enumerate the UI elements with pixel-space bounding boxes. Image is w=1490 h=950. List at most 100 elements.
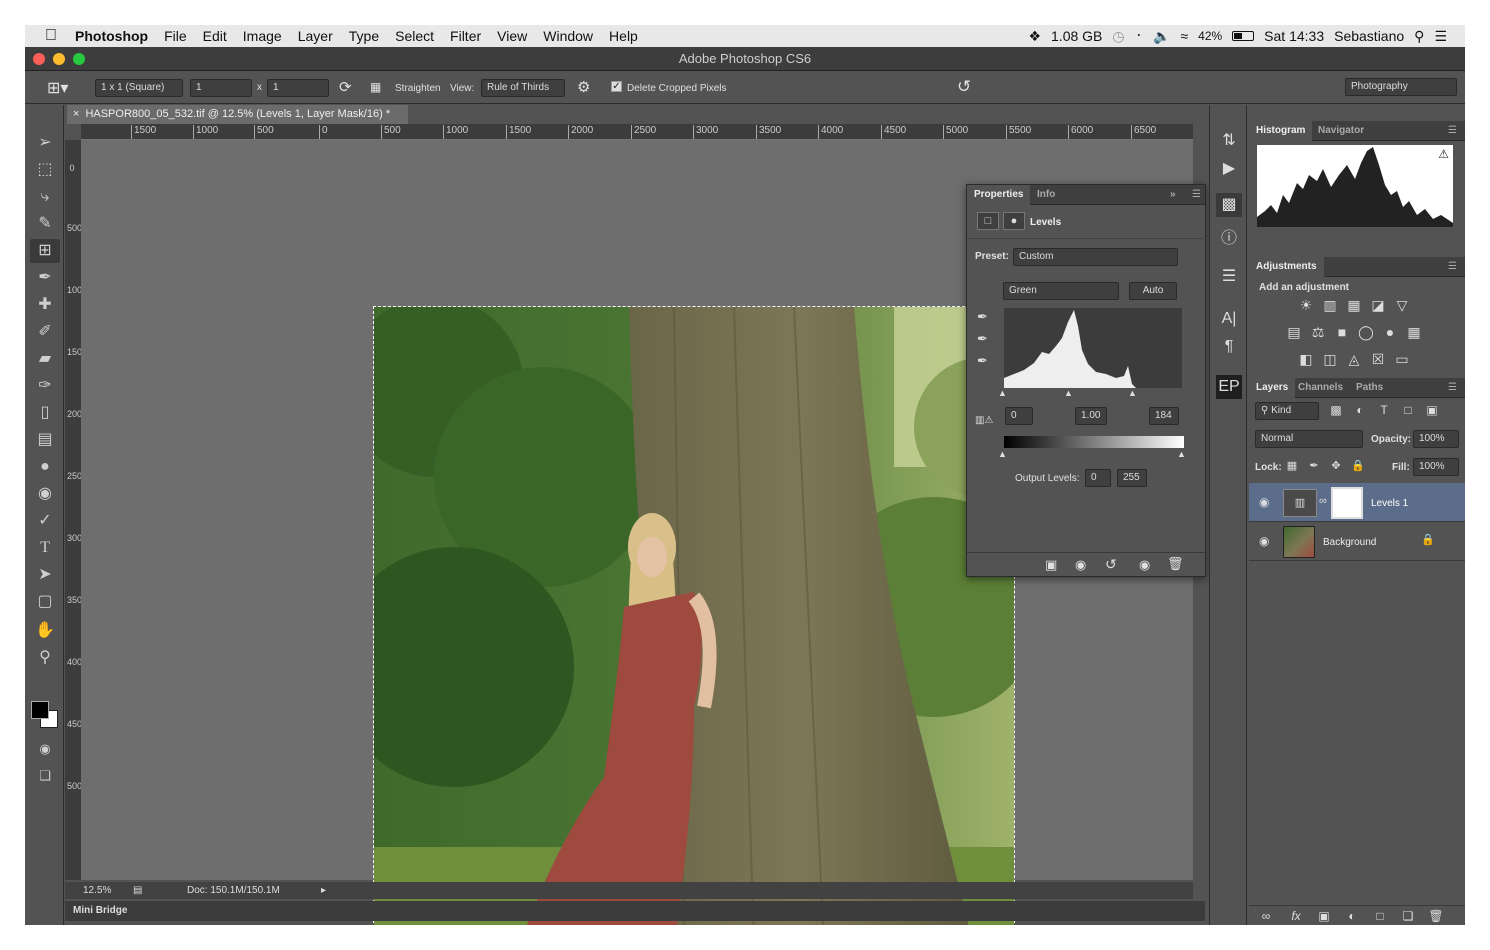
- view-previous-state-icon[interactable]: ◉: [1075, 557, 1086, 573]
- layer-visibility-eye-icon[interactable]: ◉: [1259, 495, 1269, 509]
- ruler-left[interactable]: 0 500 1000 1500 2000 2500 3000 3500 4000…: [65, 140, 81, 880]
- clipping-warning-icon[interactable]: ▥⚠: [975, 415, 993, 426]
- gray-point-eyedropper-icon[interactable]: ✒: [977, 331, 988, 347]
- panel-collapse-icon[interactable]: »: [1163, 185, 1183, 205]
- mini-bridge-panel[interactable]: Mini Bridge: [65, 901, 1205, 921]
- apple-menu-icon[interactable]: : [25, 27, 67, 45]
- document-tab[interactable]: × HASPOR800_05_532.tif @ 12.5% (Levels 1,…: [67, 105, 408, 124]
- lasso-tool-icon[interactable]: ⤷: [30, 185, 60, 209]
- crop-settings-gear-icon[interactable]: ⚙: [577, 78, 590, 96]
- filter-adjustment-icon[interactable]: ◐: [1349, 400, 1371, 420]
- tab-properties[interactable]: Properties: [967, 185, 1031, 205]
- wifi-icon[interactable]: ≈: [1180, 28, 1188, 44]
- filter-pixel-icon[interactable]: ▩: [1325, 400, 1347, 420]
- tab-paths[interactable]: Paths: [1349, 378, 1390, 398]
- properties-panel-icon[interactable]: ▩: [1216, 193, 1242, 217]
- workspace-select[interactable]: Photography: [1345, 78, 1457, 96]
- output-black-slider[interactable]: ▲: [998, 449, 1007, 459]
- input-black-field[interactable]: 0: [1005, 407, 1033, 425]
- filter-type-icon[interactable]: T: [1373, 400, 1395, 420]
- dropbox-icon[interactable]: ❖: [1028, 28, 1041, 45]
- preset-select[interactable]: Custom: [1013, 248, 1178, 266]
- filter-shape-icon[interactable]: □: [1397, 400, 1419, 420]
- layers-panel-menu-icon[interactable]: ☰: [1441, 378, 1464, 398]
- tab-histogram[interactable]: Histogram: [1249, 121, 1313, 141]
- status-info-icon[interactable]: ▤: [133, 882, 142, 899]
- zoom-level[interactable]: 12.5%: [83, 882, 111, 899]
- user-name[interactable]: Sebastiano: [1334, 28, 1404, 44]
- layer-mask-link-icon[interactable]: ∞: [1319, 495, 1327, 507]
- gradient-map-icon[interactable]: ▽: [1391, 295, 1413, 315]
- link-layers-icon[interactable]: ∞: [1255, 906, 1277, 925]
- color-balance-icon[interactable]: ⚖: [1307, 322, 1329, 342]
- lock-position-icon[interactable]: ✥: [1325, 456, 1347, 476]
- memory-readout[interactable]: 1.08 GB: [1051, 28, 1102, 44]
- selective-color-icon[interactable]: ☒: [1367, 349, 1389, 369]
- battery-readout[interactable]: 42%: [1198, 29, 1222, 43]
- hue-saturation-icon[interactable]: ▤: [1283, 322, 1305, 342]
- blend-mode-select[interactable]: Normal: [1255, 430, 1363, 448]
- adjustment-layer-thumbnail[interactable]: ▥: [1283, 489, 1317, 517]
- dodge-tool-icon[interactable]: ◉: [30, 482, 60, 506]
- layer-row-background[interactable]: ◉ Background 🔒: [1249, 522, 1465, 561]
- layer-name[interactable]: Levels 1: [1371, 498, 1408, 509]
- input-gamma-slider[interactable]: ▲: [1064, 388, 1073, 398]
- screen-mode-icon[interactable]: ❏: [30, 764, 60, 788]
- histogram-warning-icon[interactable]: ⚠: [1438, 147, 1449, 161]
- delete-cropped-label[interactable]: Delete Cropped Pixels: [627, 83, 727, 94]
- adjustments-panel-menu-icon[interactable]: ☰: [1441, 257, 1464, 277]
- black-white-icon[interactable]: ■: [1331, 322, 1353, 342]
- layer-mask-icon[interactable]: ●: [1003, 212, 1025, 230]
- input-white-slider[interactable]: ▲: [1128, 388, 1137, 398]
- menu-window[interactable]: Window: [535, 28, 601, 44]
- layer-row-levels[interactable]: ◉ ▥ ∞ Levels 1: [1249, 483, 1465, 522]
- new-adjustment-layer-icon[interactable]: ◐: [1341, 906, 1363, 925]
- tab-adjustments[interactable]: Adjustments: [1249, 257, 1324, 277]
- auto-button[interactable]: Auto: [1129, 282, 1177, 300]
- new-group-icon[interactable]: □: [1369, 906, 1391, 925]
- invert-icon[interactable]: ◧: [1295, 349, 1317, 369]
- clock[interactable]: Sat 14:33: [1264, 28, 1324, 44]
- menu-file[interactable]: File: [156, 28, 195, 44]
- layer-style-fx-icon[interactable]: fx: [1285, 906, 1307, 925]
- view-overlay-select[interactable]: Rule of Thirds: [481, 79, 565, 97]
- delete-cropped-checkbox[interactable]: ✓: [611, 81, 622, 92]
- spotlight-icon[interactable]: ⚲: [1414, 28, 1424, 45]
- lock-all-icon[interactable]: 🔒: [1347, 456, 1369, 476]
- eraser-tool-icon[interactable]: ▯: [30, 401, 60, 425]
- pen-tool-icon[interactable]: ✓: [30, 509, 60, 533]
- delete-adjustment-icon[interactable]: 🗑: [1167, 556, 1184, 572]
- gradient-map-adjust-icon[interactable]: ▭: [1391, 349, 1413, 369]
- healing-brush-tool-icon[interactable]: ✚: [30, 293, 60, 317]
- channel-select[interactable]: Green: [1003, 282, 1119, 300]
- curves-icon[interactable]: ▦: [1343, 295, 1365, 315]
- crop-tool-preset-icon[interactable]: ⊞▾: [47, 78, 68, 98]
- delete-layer-icon[interactable]: 🗑: [1425, 906, 1447, 925]
- foreground-color-swatch[interactable]: [31, 701, 49, 719]
- straighten-label[interactable]: Straighten: [395, 83, 441, 94]
- black-point-eyedropper-icon[interactable]: ✒: [977, 309, 988, 325]
- layer-visibility-eye-icon[interactable]: ◉: [1259, 534, 1269, 548]
- crop-width-input[interactable]: 1: [190, 79, 252, 97]
- crop-tool-icon[interactable]: ⊞: [30, 239, 60, 263]
- ep-panel-icon[interactable]: EP: [1216, 375, 1242, 399]
- close-document-icon[interactable]: ×: [73, 108, 79, 120]
- output-white-field[interactable]: 255: [1117, 469, 1147, 487]
- tab-channels[interactable]: Channels: [1291, 378, 1350, 398]
- zoom-tool-icon[interactable]: ⚲: [30, 646, 60, 670]
- hand-tool-icon[interactable]: ✋: [30, 619, 60, 643]
- tab-info[interactable]: Info: [1030, 185, 1062, 205]
- output-black-field[interactable]: 0: [1085, 469, 1111, 487]
- history-brush-tool-icon[interactable]: ✑: [30, 374, 60, 398]
- move-tool-icon[interactable]: ➢: [30, 131, 60, 155]
- input-white-field[interactable]: 184: [1149, 407, 1179, 425]
- output-white-slider[interactable]: ▲: [1177, 449, 1186, 459]
- layer-mask-thumbnail[interactable]: [1331, 487, 1363, 519]
- toggle-visibility-icon[interactable]: ◉: [1139, 557, 1150, 573]
- menu-layer[interactable]: Layer: [290, 28, 341, 44]
- notification-center-icon[interactable]: ☰: [1434, 28, 1447, 45]
- photo-filter-icon[interactable]: ◯: [1355, 322, 1377, 342]
- info-panel-icon[interactable]: ⓘ: [1216, 227, 1242, 251]
- threshold-icon[interactable]: ◬: [1343, 349, 1365, 369]
- menu-filter[interactable]: Filter: [442, 28, 489, 44]
